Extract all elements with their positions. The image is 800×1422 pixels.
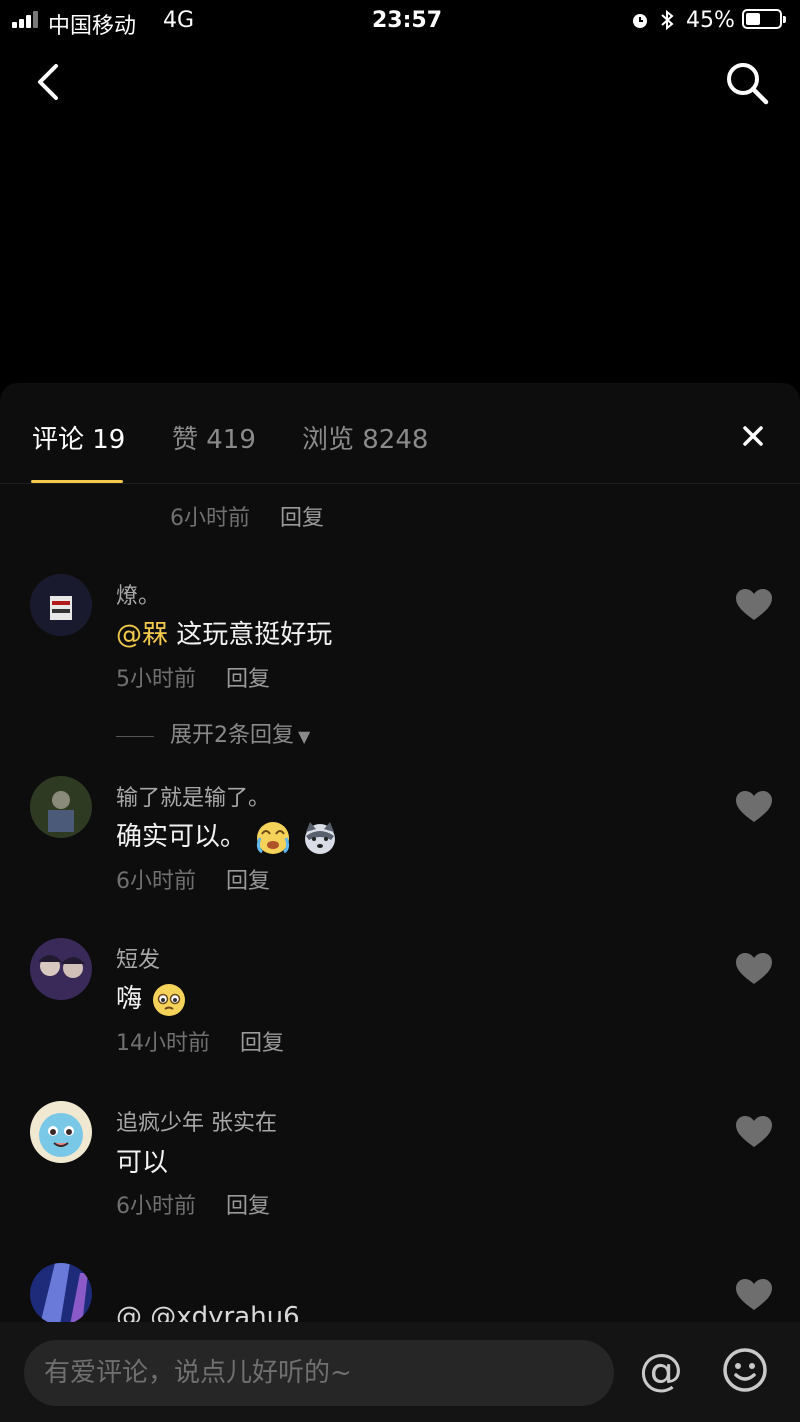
close-icon[interactable]: [735, 418, 771, 454]
bluetooth-icon: [661, 9, 674, 31]
avatar[interactable]: [30, 776, 92, 838]
chevron-down-icon: ▼: [298, 727, 311, 746]
comment-time: 6小时前: [116, 869, 196, 894]
avatar[interactable]: [30, 938, 92, 1000]
comment-time: 6小时前: [170, 506, 250, 531]
heart-icon[interactable]: [735, 952, 773, 986]
comment-sheet: [0, 383, 800, 1422]
comment-meta: 5小时前 回复: [116, 661, 270, 693]
back-arrow-icon[interactable]: [30, 60, 70, 104]
alarm-icon: [633, 14, 647, 28]
search-icon[interactable]: [722, 58, 772, 108]
comment-body: 这玩意挺好玩: [168, 620, 333, 650]
reply-button[interactable]: 回复: [226, 1194, 270, 1219]
comment-time: 6小时前: [116, 1194, 196, 1219]
pleading-emoji-icon: [153, 983, 186, 1016]
battery-percent: 45%: [686, 8, 735, 33]
tab-divider: [0, 483, 800, 484]
comment-meta: 6小时前 回复: [116, 1188, 270, 1220]
comment-input-bar: @: [0, 1322, 800, 1422]
emoji-icon[interactable]: [722, 1347, 768, 1393]
status-bar: 中国移动 4G 23:57 45%: [0, 0, 800, 40]
reply-button[interactable]: 回复: [240, 1031, 284, 1056]
husky-emoji-icon: [304, 821, 335, 854]
comment-text: 嗨: [116, 978, 188, 1018]
comment-body: 嗨: [116, 984, 143, 1014]
heart-icon[interactable]: [735, 790, 773, 824]
comment-username[interactable]: 短发: [116, 942, 160, 974]
heart-icon[interactable]: [735, 1115, 773, 1149]
signal-icon: [12, 10, 42, 28]
expand-replies-label: 展开2条回复: [170, 723, 294, 748]
comment-tabs: 评论 19 赞 419 浏览 8248: [0, 383, 800, 484]
comment-time: 14小时前: [116, 1031, 210, 1056]
at-icon[interactable]: @: [636, 1346, 686, 1396]
tab-likes[interactable]: 赞 419: [172, 419, 256, 456]
comment-meta: 14小时前 回复: [116, 1025, 284, 1057]
comment-username[interactable]: 追疯少年 张实在: [116, 1105, 277, 1137]
network-label: 4G: [163, 8, 195, 33]
comment-text: 可以: [116, 1142, 168, 1179]
battery-icon: [742, 9, 786, 29]
comment-body: 确实可以。: [116, 822, 247, 852]
heart-icon[interactable]: [735, 588, 773, 622]
tab-comments[interactable]: 评论 19: [32, 419, 125, 456]
comment-input[interactable]: [24, 1340, 614, 1406]
comment-meta: 6小时前 回复: [116, 863, 270, 895]
avatar[interactable]: [30, 1101, 92, 1163]
comment-meta: 6小时前 回复: [170, 500, 324, 532]
tab-views[interactable]: 浏览 8248: [302, 419, 428, 456]
heart-icon[interactable]: [735, 1278, 773, 1312]
divider-line: [116, 735, 154, 737]
comment-username[interactable]: 输了就是输了。: [116, 780, 270, 812]
reply-button[interactable]: 回复: [226, 667, 270, 692]
carrier-label: 中国移动: [48, 14, 137, 39]
expand-replies-button[interactable]: 展开2条回复 ▼: [116, 717, 310, 749]
comment-time: 5小时前: [116, 667, 196, 692]
crying-emoji-icon: [257, 821, 290, 854]
reply-button[interactable]: 回复: [226, 869, 270, 894]
avatar[interactable]: [30, 574, 92, 636]
comment-text: @槑 这玩意挺好玩: [116, 614, 332, 651]
reply-button[interactable]: 回复: [280, 506, 324, 531]
comment-username[interactable]: 燎。: [116, 578, 160, 610]
comment-body: 可以: [116, 1148, 169, 1178]
comment-text: 确实可以。: [116, 816, 339, 856]
mention-link[interactable]: @槑: [116, 620, 168, 650]
clock: 23:57: [372, 8, 443, 33]
avatar[interactable]: [30, 1263, 92, 1325]
